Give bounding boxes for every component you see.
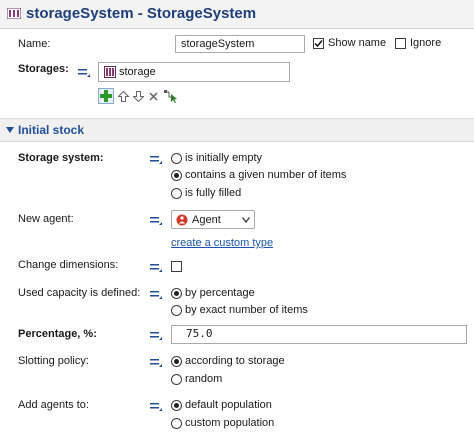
dropdown-arrow-icon <box>242 217 250 223</box>
slotting-policy-label: Slotting policy: <box>18 355 89 367</box>
radio-fully-filled[interactable] <box>171 188 182 199</box>
storages-label: Storages: <box>18 63 69 75</box>
name-label: Name: <box>18 38 51 50</box>
section-label: Initial stock <box>18 123 85 137</box>
remove-icon[interactable] <box>149 92 158 101</box>
move-up-icon[interactable] <box>118 91 129 102</box>
add-agents-to-label: Add agents to: <box>18 399 89 411</box>
ignore-label: Ignore <box>410 37 442 49</box>
section-initial-stock[interactable]: Initial stock <box>0 118 474 142</box>
radio-initially-empty[interactable] <box>171 153 182 164</box>
equals-icon[interactable] <box>150 215 162 225</box>
radio-according-to-storage[interactable] <box>171 356 182 367</box>
change-dimensions-label: Change dimensions: <box>18 259 119 271</box>
equals-icon[interactable] <box>150 154 162 164</box>
radio-according-to-storage-label: according to storage <box>185 355 285 367</box>
add-icon <box>100 90 112 102</box>
radio-by-percentage-label: by percentage <box>185 287 255 299</box>
percentage-label: Percentage, %: <box>18 328 97 340</box>
show-name-checkbox[interactable] <box>313 38 324 49</box>
new-agent-label: New agent: <box>18 213 74 225</box>
radio-fully-filled-label: is fully filled <box>185 187 242 199</box>
storages-list-item[interactable]: storage <box>119 66 156 78</box>
radio-random-label: random <box>185 373 223 385</box>
title-bar: storageSystem - StorageSystem <box>0 0 474 29</box>
radio-by-exact-number-label: by exact number of items <box>185 304 308 316</box>
radio-custom-population[interactable] <box>171 418 182 429</box>
radio-by-exact-number[interactable] <box>171 305 182 316</box>
check-icon <box>314 40 323 48</box>
move-down-icon[interactable] <box>133 91 144 102</box>
equals-icon[interactable] <box>150 357 162 367</box>
storage-icon <box>104 66 116 78</box>
radio-given-number[interactable] <box>171 170 182 181</box>
percentage-input[interactable]: 75.0 <box>171 325 467 344</box>
radio-custom-population-label: custom population <box>185 417 275 429</box>
storages-list[interactable]: storage <box>98 62 290 82</box>
show-name-label: Show name <box>328 37 387 49</box>
add-button[interactable] <box>98 88 114 104</box>
radio-given-number-label: contains a given number of items <box>185 169 347 181</box>
equals-icon[interactable] <box>150 289 162 299</box>
new-agent-value: Agent <box>192 214 221 226</box>
change-dimensions-checkbox[interactable] <box>171 261 182 272</box>
select-in-graph-icon[interactable] <box>164 90 178 103</box>
radio-by-percentage[interactable] <box>171 288 182 299</box>
radio-default-population[interactable] <box>171 400 182 411</box>
equals-icon[interactable] <box>150 262 162 272</box>
equals-icon[interactable] <box>150 330 162 340</box>
radio-random[interactable] <box>171 374 182 385</box>
equals-icon[interactable] <box>150 401 162 411</box>
page-title: storageSystem - StorageSystem <box>26 5 257 22</box>
ignore-checkbox[interactable] <box>395 38 406 49</box>
new-agent-select[interactable]: Agent <box>171 210 255 229</box>
radio-initially-empty-label: is initially empty <box>185 152 263 164</box>
used-capacity-label: Used capacity is defined: <box>18 287 141 299</box>
create-custom-type-link[interactable]: create a custom type <box>171 237 273 249</box>
agent-icon <box>176 214 188 226</box>
collapse-triangle-icon[interactable] <box>6 127 14 133</box>
name-input[interactable]: storageSystem <box>175 35 305 53</box>
radio-default-population-label: default population <box>185 399 272 411</box>
equals-icon[interactable] <box>78 67 90 77</box>
storage-system-icon <box>7 8 21 19</box>
storage-system-label: Storage system: <box>18 152 104 164</box>
